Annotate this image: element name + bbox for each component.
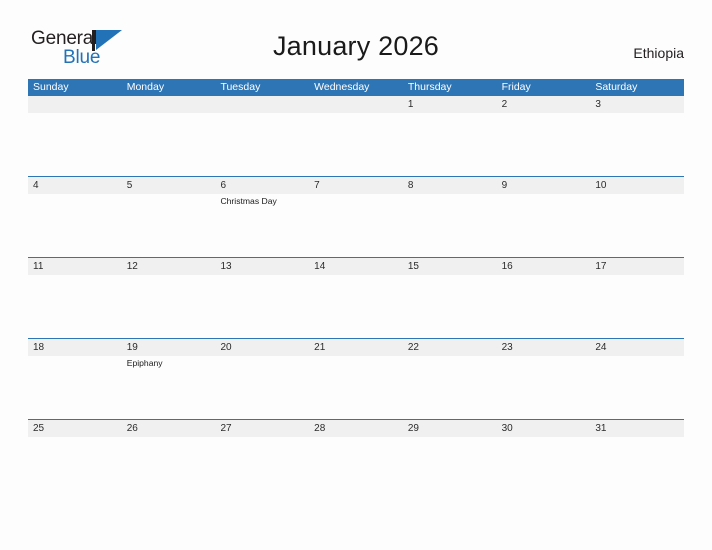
weekday-header-monday: Monday (126, 81, 165, 93)
weekday-header-row: Sunday Monday Tuesday Wednesday Thursday… (28, 79, 684, 96)
day-number: 4 (33, 180, 39, 191)
calendar-day-cell[interactable]: 8 (403, 177, 497, 257)
page-title: January 2026 (272, 31, 440, 61)
calendar-week-row: 11 12 13 14 15 16 17 (28, 257, 684, 338)
calendar-day-cell[interactable]: 28 (309, 420, 403, 500)
calendar-day-cell[interactable]: 5 (122, 177, 216, 257)
day-number: 10 (595, 180, 607, 191)
calendar-day-cell[interactable]: 29 (403, 420, 497, 500)
calendar-day-cell[interactable]: 21 (309, 339, 403, 419)
calendar-day-cell[interactable]: 9 (497, 177, 591, 257)
day-number (220, 96, 309, 113)
day-number: 5 (126, 180, 133, 191)
day-event: Epiphany (126, 358, 163, 368)
calendar-page: General Blue January 2026 Ethiopia Sunda… (0, 0, 712, 550)
calendar-day-cell[interactable] (28, 96, 122, 176)
day-number (314, 96, 403, 113)
day-number: 23 (501, 342, 513, 353)
calendar-week-row: 1 2 3 (28, 96, 684, 176)
day-number (33, 96, 122, 113)
weekday-header-tuesday: Tuesday (220, 81, 261, 93)
calendar-day-cell[interactable]: 2 (497, 96, 591, 176)
calendar-week-row: 25 26 27 28 29 30 31 (28, 419, 684, 500)
day-number: 6 (220, 180, 226, 191)
day-number: 3 (595, 99, 601, 110)
calendar-grid: Sunday Monday Tuesday Wednesday Thursday… (28, 79, 684, 500)
day-number: 26 (126, 423, 138, 434)
page-header: General Blue January 2026 Ethiopia (0, 0, 712, 67)
day-number: 12 (126, 261, 138, 272)
calendar-day-cell[interactable]: 14 (309, 258, 403, 338)
weekday-header-sunday: Sunday (33, 81, 69, 93)
day-number (127, 96, 216, 113)
calendar-day-cell[interactable]: 15 (403, 258, 497, 338)
day-number: 14 (314, 261, 326, 272)
calendar-day-cell[interactable]: 23 (497, 339, 591, 419)
day-number: 29 (407, 423, 419, 434)
calendar-day-cell[interactable]: 27 (215, 420, 309, 500)
day-number: 2 (501, 99, 508, 110)
day-number: 27 (220, 423, 232, 434)
day-number: 16 (501, 261, 513, 272)
day-number: 8 (407, 180, 414, 191)
calendar-day-cell[interactable]: 3 (590, 96, 684, 176)
day-number: 28 (314, 423, 326, 434)
calendar-day-cell[interactable]: 1 (403, 96, 497, 176)
weekday-header-friday: Friday (501, 81, 531, 93)
calendar-day-cell[interactable]: 12 (122, 258, 216, 338)
day-number: 24 (595, 342, 607, 353)
calendar-day-cell[interactable]: 6 Christmas Day (215, 177, 309, 257)
day-number: 17 (595, 261, 607, 272)
weekday-header-wednesday: Wednesday (314, 81, 370, 93)
weekday-header-thursday: Thursday (407, 81, 452, 93)
calendar-day-cell[interactable]: 20 (215, 339, 309, 419)
calendar-day-cell[interactable]: 17 (590, 258, 684, 338)
day-number: 15 (407, 261, 419, 272)
calendar-day-cell[interactable]: 4 (28, 177, 122, 257)
day-number: 31 (595, 423, 607, 434)
calendar-week-row: 4 5 6 Christmas Day 7 8 9 10 (28, 176, 684, 257)
calendar-day-cell[interactable] (215, 96, 309, 176)
calendar-day-cell[interactable]: 10 (590, 177, 684, 257)
calendar-day-cell[interactable]: 7 (309, 177, 403, 257)
calendar-day-cell[interactable] (309, 96, 403, 176)
day-number: 9 (501, 180, 508, 191)
calendar-day-cell[interactable]: 26 (122, 420, 216, 500)
day-number: 1 (407, 99, 414, 110)
day-number: 25 (33, 423, 45, 434)
day-number: 22 (407, 342, 419, 353)
day-event: Christmas Day (220, 196, 277, 206)
day-number: 21 (314, 342, 326, 353)
calendar-day-cell[interactable]: 11 (28, 258, 122, 338)
day-number: 11 (33, 261, 44, 272)
calendar-day-cell[interactable]: 19 Epiphany (122, 339, 216, 419)
calendar-day-cell[interactable]: 30 (497, 420, 591, 500)
calendar-week-row: 18 19 Epiphany 20 21 22 23 24 (28, 338, 684, 419)
day-number: 18 (33, 342, 45, 353)
calendar-day-cell[interactable] (122, 96, 216, 176)
calendar-day-cell[interactable]: 31 (590, 420, 684, 500)
calendar-day-cell[interactable]: 16 (497, 258, 591, 338)
calendar-day-cell[interactable]: 22 (403, 339, 497, 419)
calendar-day-cell[interactable]: 18 (28, 339, 122, 419)
day-number: 13 (220, 261, 232, 272)
day-number: 30 (501, 423, 513, 434)
day-number: 19 (126, 342, 138, 353)
day-number: 20 (220, 342, 232, 353)
day-number: 7 (314, 180, 320, 191)
calendar-day-cell[interactable]: 13 (215, 258, 309, 338)
calendar-day-cell[interactable]: 25 (28, 420, 122, 500)
calendar-day-cell[interactable]: 24 (590, 339, 684, 419)
country-label: Ethiopia (633, 45, 684, 61)
weekday-header-saturday: Saturday (595, 81, 638, 93)
